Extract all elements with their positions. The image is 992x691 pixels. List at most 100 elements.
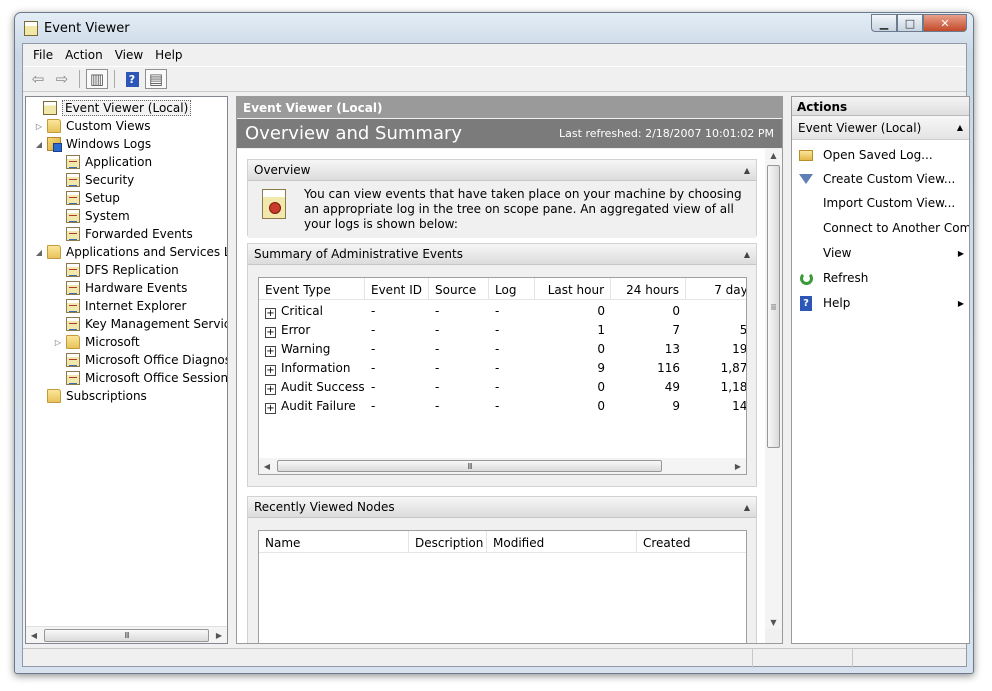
- scroll-down-arrow[interactable]: ▼: [765, 618, 782, 627]
- table-row[interactable]: + Error - - - 1 7 56: [259, 321, 746, 340]
- collapse-icon[interactable]: ▲: [744, 250, 750, 259]
- tree-item[interactable]: System: [53, 207, 130, 225]
- expand-plus-icon[interactable]: +: [265, 327, 276, 338]
- collapse-arrow-icon[interactable]: ◢: [34, 248, 44, 257]
- action-item[interactable]: ? Help ▶: [792, 291, 969, 315]
- table-cell: 196: [732, 342, 747, 356]
- status-cell: [23, 649, 753, 668]
- expand-arrow-icon[interactable]: ▷: [53, 338, 63, 347]
- scroll-left-arrow[interactable]: ◀: [26, 631, 42, 640]
- tree-item[interactable]: Microsoft Office Diagnostics: [53, 351, 227, 369]
- action-item[interactable]: Create Custom View...: [792, 167, 969, 191]
- column-header[interactable]: 24 hours: [611, 278, 686, 300]
- summary-horizontal-scrollbar[interactable]: ◀ III ▶: [259, 458, 746, 474]
- column-header[interactable]: Modified: [487, 531, 637, 553]
- tree-item[interactable]: Security: [53, 171, 134, 189]
- forward-button[interactable]: ⇨: [51, 69, 73, 89]
- action-item[interactable]: Refresh: [792, 266, 969, 290]
- tree-item[interactable]: Internet Explorer: [53, 297, 186, 315]
- console-tree[interactable]: Event Viewer (Local) ▷ Custom Views ◢ Window…: [25, 96, 228, 644]
- column-header[interactable]: Event ID: [365, 278, 429, 300]
- event-log-icon: [262, 189, 286, 219]
- tree-item[interactable]: Hardware Events: [53, 279, 187, 297]
- title-bar[interactable]: Event Viewer ▁ □ ✕: [15, 13, 973, 43]
- close-button[interactable]: ✕: [923, 14, 967, 32]
- maximize-button[interactable]: □: [897, 14, 923, 32]
- overview-section-header[interactable]: Overview ▲: [248, 160, 756, 181]
- scroll-thumb[interactable]: III: [767, 165, 780, 448]
- tree-item[interactable]: ▷ Custom Views: [34, 117, 151, 135]
- table-row[interactable]: + Information - - - 9 116 1,873: [259, 359, 746, 378]
- column-header[interactable]: Event Type: [259, 278, 365, 300]
- status-cell: [853, 649, 966, 668]
- log-icon: [66, 227, 80, 241]
- show-hide-action-pane-button[interactable]: ▤: [145, 69, 167, 89]
- menu-help[interactable]: Help: [149, 48, 188, 62]
- column-header[interactable]: 7 days: [686, 278, 746, 300]
- show-hide-console-tree-button[interactable]: ▥: [86, 69, 108, 89]
- log-icon: [66, 371, 80, 385]
- actions-group-header[interactable]: Event Viewer (Local) ▲: [792, 116, 969, 140]
- expand-plus-icon[interactable]: +: [265, 346, 276, 357]
- collapse-arrow-icon[interactable]: ◢: [34, 140, 44, 149]
- tree-item[interactable]: Microsoft Office Sessions: [53, 369, 227, 387]
- tree-item[interactable]: Subscriptions: [34, 387, 147, 405]
- table-row[interactable]: + Warning - - - 0 13 196: [259, 340, 747, 359]
- tree-item[interactable]: Forwarded Events: [53, 225, 193, 243]
- column-header[interactable]: Log: [489, 278, 535, 300]
- tree-item[interactable]: Setup: [53, 189, 120, 207]
- menu-file[interactable]: File: [27, 48, 59, 62]
- table-row[interactable]: +Audit Success---0491,182: [259, 378, 746, 397]
- minimize-button[interactable]: ▁: [871, 14, 897, 32]
- tree-item[interactable]: ◢ Applications and Services Logs: [34, 243, 227, 261]
- event-type-label: Audit Success: [281, 380, 365, 394]
- summary-section-header[interactable]: Summary of Administrative Events ▲: [248, 244, 756, 265]
- scroll-right-arrow[interactable]: ▶: [211, 631, 227, 640]
- table-cell: -: [371, 399, 376, 413]
- tree-item-label: Security: [85, 173, 135, 187]
- expand-plus-icon[interactable]: +: [265, 403, 276, 414]
- recent-nodes-header[interactable]: Recently Viewed Nodes ▲: [248, 497, 756, 518]
- tree-item[interactable]: Application: [53, 153, 152, 171]
- column-header[interactable]: Last hour: [535, 278, 611, 300]
- action-item[interactable]: Open Saved Log...: [792, 143, 969, 167]
- column-header[interactable]: Name: [259, 531, 409, 553]
- menu-action[interactable]: Action: [59, 48, 109, 62]
- collapse-icon[interactable]: ▲: [957, 123, 963, 132]
- expand-plus-icon[interactable]: +: [265, 308, 276, 319]
- table-row[interactable]: +Critical---000: [259, 302, 746, 321]
- expand-arrow-icon[interactable]: ▷: [34, 122, 44, 131]
- expand-plus-icon[interactable]: +: [265, 365, 276, 376]
- tree-item[interactable]: ▷ Microsoft: [53, 333, 140, 351]
- tree-item[interactable]: Event Viewer (Local): [30, 99, 192, 117]
- action-item[interactable]: Connect to Another Computer...: [792, 216, 969, 240]
- action-item[interactable]: View ▶: [792, 241, 969, 265]
- scroll-up-arrow[interactable]: ▲: [765, 151, 782, 160]
- expand-plus-icon[interactable]: +: [265, 384, 276, 395]
- column-header[interactable]: Created: [637, 531, 746, 553]
- scroll-thumb[interactable]: III: [277, 460, 662, 472]
- table-row[interactable]: + Audit Failure - - - 0 9 141: [259, 397, 747, 416]
- tree-item[interactable]: ◢ Windows Logs: [34, 135, 151, 153]
- tree-item[interactable]: Key Management Service: [53, 315, 228, 333]
- menu-view[interactable]: View: [109, 48, 149, 62]
- tree-item-label: Key Management Service: [85, 317, 228, 331]
- table-cell: 1: [597, 323, 605, 337]
- table-cell: -: [495, 361, 500, 375]
- scroll-thumb[interactable]: III: [44, 628, 209, 642]
- table-cell: 9: [597, 361, 605, 375]
- log-icon: [66, 317, 80, 331]
- scroll-right-arrow[interactable]: ▶: [730, 462, 746, 471]
- collapse-icon[interactable]: ▲: [744, 503, 750, 512]
- back-button[interactable]: ⇦: [27, 69, 49, 89]
- action-item[interactable]: Import Custom View...: [792, 191, 969, 215]
- table-cell: 141: [732, 399, 747, 413]
- center-vertical-scrollbar[interactable]: ▲ III ▼: [765, 149, 782, 629]
- scroll-left-arrow[interactable]: ◀: [259, 462, 275, 471]
- column-header[interactable]: Source: [429, 278, 489, 300]
- collapse-icon[interactable]: ▲: [744, 166, 750, 175]
- tree-horizontal-scrollbar[interactable]: ◀ III ▶: [26, 626, 227, 643]
- tree-item[interactable]: DFS Replication: [53, 261, 179, 279]
- column-header[interactable]: Description: [409, 531, 487, 553]
- help-button[interactable]: ?: [121, 69, 143, 89]
